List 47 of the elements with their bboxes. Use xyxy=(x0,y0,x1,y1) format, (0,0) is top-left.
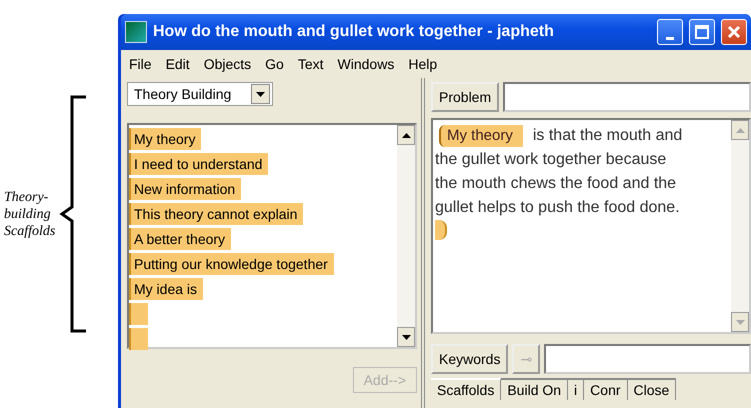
note-text: the mouth chews the food and the xyxy=(435,174,676,194)
note-text: the gullet work together because xyxy=(435,150,666,170)
minimize-button[interactable] xyxy=(657,19,683,45)
scaffold-end-tag xyxy=(435,220,447,240)
scaffold-item[interactable]: This theory cannot explain xyxy=(129,203,304,225)
close-button[interactable] xyxy=(721,19,747,45)
up-arrow-icon xyxy=(402,132,410,138)
down-arrow-icon xyxy=(402,334,410,340)
note-text: is that the mouth and xyxy=(532,126,682,146)
tab[interactable]: i xyxy=(568,378,584,400)
scaffold-item[interactable]: Putting our knowledge together xyxy=(129,253,334,275)
note-text: gullet helps to push the food done. xyxy=(435,198,680,218)
window-title: How do the mouth and gullet work together - japheth xyxy=(153,23,555,41)
menu-item[interactable]: Windows xyxy=(338,56,394,72)
minimize-icon xyxy=(666,36,674,40)
close-icon xyxy=(727,25,741,39)
scaffold-item[interactable]: A better theory xyxy=(129,228,232,250)
down-arrow-icon xyxy=(736,320,744,324)
menu-item[interactable]: Edit xyxy=(166,56,190,72)
up-arrow-icon xyxy=(736,128,744,132)
tab[interactable]: Scaffolds xyxy=(431,378,502,400)
app-icon xyxy=(125,21,147,43)
problem-button[interactable]: Problem xyxy=(431,82,500,112)
maximize-button[interactable] xyxy=(689,19,715,45)
problem-field[interactable] xyxy=(503,82,751,112)
scaffold-item[interactable]: My idea is xyxy=(129,278,204,300)
scroll-up-button[interactable] xyxy=(397,125,415,145)
maximize-icon xyxy=(695,25,709,39)
scaffold-set-dropdown[interactable]: Theory Building xyxy=(127,82,273,106)
menu-item[interactable]: Objects xyxy=(204,56,252,72)
menu-item[interactable]: Help xyxy=(408,56,438,72)
scaffold-item[interactable]: I need to understand xyxy=(129,153,268,175)
scaffold-tag: My theory xyxy=(439,125,523,147)
caret-icon xyxy=(256,92,265,96)
tab[interactable]: Conr xyxy=(584,378,628,400)
keywords-field[interactable] xyxy=(544,344,751,374)
scaffold-item[interactable]: New information xyxy=(129,178,242,200)
menu-item[interactable]: File xyxy=(129,56,152,72)
tab[interactable]: Close xyxy=(628,378,676,400)
scroll-down-button[interactable] xyxy=(397,327,415,347)
annotation-label: Theory-building Scaffolds xyxy=(4,188,56,240)
menu-item[interactable]: Text xyxy=(298,56,324,72)
tab[interactable]: Build On xyxy=(501,378,568,400)
brace-icon xyxy=(58,95,88,333)
keywords-button[interactable]: Keywords xyxy=(431,344,508,374)
scaffold-item[interactable]: My theory xyxy=(129,128,202,150)
menu-item[interactable]: Go xyxy=(265,56,284,72)
